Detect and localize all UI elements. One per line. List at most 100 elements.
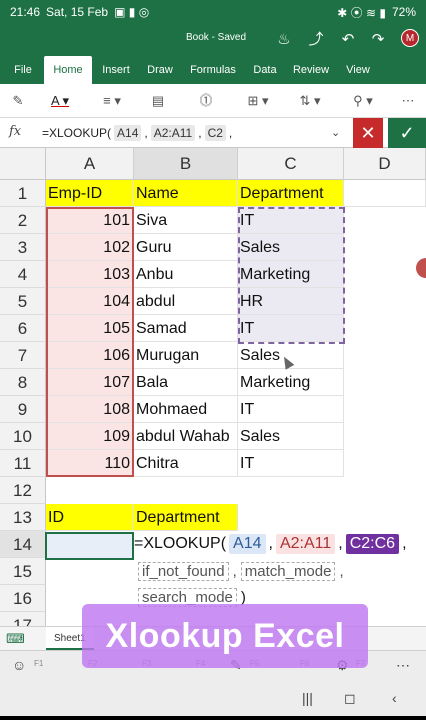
cell-emp-id[interactable]: 104 [46,288,134,315]
tab-draw[interactable]: Draw [142,56,178,84]
sort-filter-icon[interactable]: ⇅ ▾ [296,92,324,110]
cell-emp-dept[interactable]: HR [238,288,344,315]
cell-emp-name[interactable]: Bala [134,369,238,396]
tab-review[interactable]: Review [288,56,334,84]
cell-emp-id[interactable]: 106 [46,342,134,369]
document-title: Book - Saved [186,32,247,43]
insert-cells-icon[interactable]: ⊞ ▾ [244,92,272,110]
cell-c1[interactable]: Department [238,180,344,207]
status-time: 21:46 [10,5,41,19]
cell-emp-name[interactable]: Murugan [134,342,238,369]
tab-home[interactable]: Home [44,56,92,84]
cell-d1[interactable] [344,180,426,207]
recent-apps-icon[interactable]: ||| [302,690,313,706]
tab-insert[interactable]: Insert [96,56,136,84]
lightbulb-icon[interactable]: ♨ [274,30,294,50]
row-header[interactable]: 5 [0,288,46,315]
tab-data[interactable]: Data [248,56,282,84]
cell-a13[interactable]: ID [46,504,134,531]
scroll-handle[interactable] [416,258,426,278]
cell-emp-name[interactable]: abdul [134,288,238,315]
row-header[interactable]: 13 [0,504,46,531]
redo-icon[interactable]: ↷ [368,30,388,50]
home-icon[interactable]: ◻ [344,690,356,707]
row-header[interactable]: 1 [0,180,46,207]
row-header[interactable]: 15 [0,558,46,585]
row-header[interactable]: 17 [0,612,46,626]
cell-emp-id[interactable]: 108 [46,396,134,423]
align-icon[interactable]: ≡ ▾ [98,92,126,110]
column-header-c[interactable]: C [238,148,344,180]
cell-emp-id[interactable]: 102 [46,234,134,261]
cell-emp-dept[interactable]: IT [238,315,344,342]
tab-view[interactable]: View [340,56,376,84]
row-header[interactable]: 4 [0,261,46,288]
row-header[interactable]: 2 [0,207,46,234]
formula-arg: A14 [114,125,142,141]
cell-emp-dept[interactable]: Marketing [238,369,344,396]
row-header[interactable]: 7 [0,342,46,369]
keyboard-icon[interactable]: ⌨ [6,631,25,647]
number-format-icon[interactable]: ⓵ [196,92,216,110]
tab-file[interactable]: File [6,56,40,84]
cell-emp-dept[interactable]: IT [238,207,344,234]
row-header[interactable]: 9 [0,396,46,423]
formula-arg-return-array: C2:C6 [345,534,400,554]
back-icon[interactable]: ‹ [392,690,397,706]
row-header[interactable]: 10 [0,423,46,450]
more-icon[interactable]: ⋯ [396,657,410,674]
wrap-text-icon[interactable]: ▤ [148,92,168,110]
row-header[interactable]: 11 [0,450,46,477]
cell-emp-name[interactable]: Anbu [134,261,238,288]
cell-emp-dept[interactable]: IT [238,450,344,477]
cell-b13[interactable]: Department [134,504,238,531]
column-header-d[interactable]: D [344,148,426,180]
cell-emp-name[interactable]: Mohmaed [134,396,238,423]
formula-input[interactable]: =XLOOKUP( A14 , A2:A11 , C2 , [42,125,232,141]
column-header-a[interactable]: A [46,148,134,180]
cell-emp-id[interactable]: 110 [46,450,134,477]
cell-emp-dept[interactable]: Marketing [238,261,344,288]
tab-formulas[interactable]: Formulas [184,56,242,84]
cell-emp-name[interactable]: Chitra [134,450,238,477]
cancel-button[interactable]: ✕ [353,118,383,148]
cell-emp-id[interactable]: 105 [46,315,134,342]
formula-text: =XLOOKUP( [134,535,227,552]
column-header-b[interactable]: B [134,148,238,180]
emoji-icon[interactable]: ☺ [12,657,26,673]
row-header[interactable]: 8 [0,369,46,396]
font-color-icon[interactable]: A ▾ [46,92,74,110]
row-header[interactable]: 12 [0,477,46,504]
row-header[interactable]: 14 [0,531,46,558]
cell-emp-name[interactable]: Siva [134,207,238,234]
cell-emp-name[interactable]: Guru [134,234,238,261]
cell-emp-name[interactable]: abdul Wahab [134,423,238,450]
cell-a1[interactable]: Emp-ID [46,180,134,207]
row-header[interactable]: 6 [0,315,46,342]
format-painter-icon[interactable]: ✎ [8,92,28,110]
cell-emp-id[interactable]: 101 [46,207,134,234]
active-cell-a14[interactable] [45,532,134,560]
chevron-down-icon[interactable]: ⌄ [331,126,340,139]
undo-icon[interactable]: ↶ [338,30,358,50]
cell-b1[interactable]: Name [134,180,238,207]
cell-emp-dept[interactable]: IT [238,396,344,423]
confirm-button[interactable]: ✓ [388,118,426,148]
find-icon[interactable]: ⚲ ▾ [348,92,378,110]
fn-key[interactable]: F1 [34,659,43,668]
cell-emp-id[interactable]: 103 [46,261,134,288]
spreadsheet-grid[interactable]: A B C D 1 2 3 4 5 6 7 8 9 10 11 12 13 14… [0,148,426,626]
row-header[interactable]: 16 [0,585,46,612]
more-options-icon[interactable]: ⋯ [398,92,418,110]
cell-emp-id[interactable]: 107 [46,369,134,396]
cell-emp-name[interactable]: Samad [134,315,238,342]
cell-emp-id[interactable]: 109 [46,423,134,450]
cell-emp-dept[interactable]: Sales [238,423,344,450]
select-all-corner[interactable] [0,148,46,180]
row-header[interactable]: 3 [0,234,46,261]
formula-separator: , [198,126,202,140]
avatar[interactable]: M [401,29,419,47]
in-cell-formula[interactable]: =XLOOKUP( A14 , A2:A11 , C2:C6 , [134,534,407,554]
share-icon[interactable]: ⤴ [306,30,326,50]
cell-emp-dept[interactable]: Sales [238,234,344,261]
